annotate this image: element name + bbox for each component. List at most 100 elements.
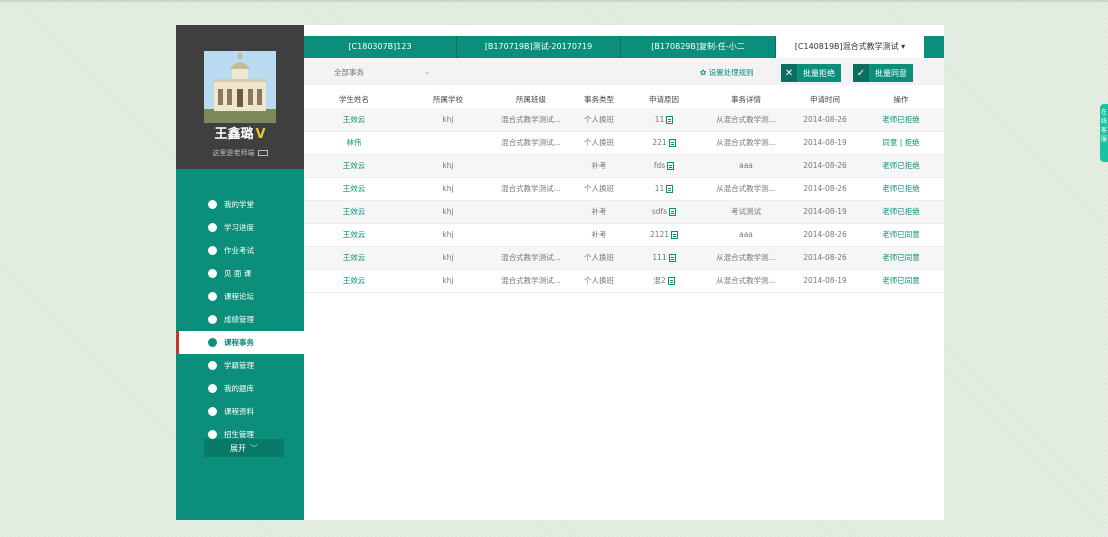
user-name: 王鑫璐 V xyxy=(176,123,304,142)
sidebar-item-materials[interactable]: 课程资料 xyxy=(176,400,304,423)
class-cell: 混合式教学测试... xyxy=(492,269,570,293)
status-cell: 老师已同意 xyxy=(858,269,944,293)
table-row: 林伟 混合式教学测试... 个人换班 221 从混合式教学测... 2014-0… xyxy=(304,131,944,155)
affairs-table: 学生姓名 所属学校 所属班级 事务类型 申请原因 事务详情 申请时间 操作 王效… xyxy=(304,90,944,293)
type-cell: 补考 xyxy=(570,223,628,247)
tab-course-1[interactable]: [C180307B]123 xyxy=(304,36,457,58)
reason-cell: 11 xyxy=(628,177,700,201)
column-header-school: 所属学校 xyxy=(433,94,463,104)
table-row: 王效云 khj 补考 fds aaa 2014-08-26 老师已拒绝 xyxy=(304,154,944,178)
document-icon[interactable] xyxy=(667,162,675,170)
reason-text: 111 xyxy=(652,253,667,262)
chevron-down-icon: ⌄ xyxy=(424,67,431,76)
sidebar-item-homework[interactable]: 作业考试 xyxy=(176,239,304,262)
school-cell: khj xyxy=(404,246,492,270)
document-icon[interactable] xyxy=(668,254,676,262)
action-separator: | xyxy=(897,138,905,147)
sidebar-item-my-school[interactable]: 我的学堂 xyxy=(176,193,304,216)
sidebar-menu: 我的学堂 学习进度 作业考试 见 面 课 课程论坛 成绩管理 课程事务 学籍管理… xyxy=(176,193,304,446)
tab-course-4[interactable]: [C140819B]混合式教学测试 ▾ xyxy=(776,36,924,58)
class-cell xyxy=(492,223,570,247)
student-name[interactable]: 王效云 xyxy=(304,200,404,224)
type-cell: 补考 xyxy=(570,154,628,178)
vip-badge: V xyxy=(255,127,266,142)
date-cell: 2014-08-19 xyxy=(792,131,858,155)
column-header-detail: 事务详情 xyxy=(731,94,761,104)
enrollment-icon xyxy=(208,430,217,439)
sidebar: 王鑫璐 V 这里是老师端 我的学堂 学习进度 作业考试 见 面 课 课程论坛 成绩… xyxy=(176,25,304,520)
affairs-filter-select[interactable]: 全部事务 ⌄ xyxy=(334,67,430,78)
student-name[interactable]: 王效云 xyxy=(304,108,404,132)
sidebar-item-meeting[interactable]: 见 面 课 xyxy=(176,262,304,285)
sidebar-item-grades[interactable]: 成绩管理 xyxy=(176,308,304,331)
document-icon[interactable] xyxy=(666,185,674,193)
class-cell: 混合式教学测试... xyxy=(492,246,570,270)
set-rules-link[interactable]: ✿ 设置处理规则 xyxy=(700,67,754,78)
document-icon[interactable] xyxy=(669,208,677,216)
class-cell xyxy=(492,154,570,178)
date-cell: 2014-08-26 xyxy=(792,223,858,247)
sidebar-item-label: 见 面 课 xyxy=(224,269,252,278)
sidebar-item-label: 作业考试 xyxy=(224,246,254,255)
student-name[interactable]: 林伟 xyxy=(304,131,404,155)
check-icon: ✓ xyxy=(853,64,869,82)
sidebar-item-forum[interactable]: 课程论坛 xyxy=(176,285,304,308)
detail-cell: 从混合式教学测... xyxy=(700,177,792,201)
avatar[interactable] xyxy=(204,51,276,123)
sidebar-item-label: 学习进度 xyxy=(224,223,254,232)
document-icon[interactable] xyxy=(671,231,679,239)
status-cell: 老师已拒绝 xyxy=(858,154,944,178)
reason-text: 2121 xyxy=(649,230,670,239)
column-header-date: 申请时间 xyxy=(810,94,840,104)
status-cell: 老师已同意 xyxy=(858,223,944,247)
type-cell: 个人换班 xyxy=(570,131,628,155)
reason-text: 混2 xyxy=(653,276,666,285)
student-name[interactable]: 王效云 xyxy=(304,269,404,293)
status-cell: 老师已拒绝 xyxy=(858,200,944,224)
document-icon[interactable] xyxy=(668,139,676,147)
app-frame: 王鑫璐 V 这里是老师端 我的学堂 学习进度 作业考试 见 面 课 课程论坛 成绩… xyxy=(176,25,944,520)
chevron-down-icon: ﹀ xyxy=(250,443,258,453)
batch-reject-button[interactable]: ✕ 批量拒绝 xyxy=(781,64,841,82)
profile-panel: 王鑫璐 V 这里是老师端 xyxy=(176,25,304,169)
school-cell: khj xyxy=(404,269,492,293)
date-cell: 2014-08-26 xyxy=(792,154,858,178)
expand-button[interactable]: 展开 ﹀ xyxy=(204,439,284,457)
table-row: 王效云 khj 混合式教学测试... 个人换班 111 从混合式教学测... 2… xyxy=(304,246,944,270)
tab-course-3[interactable]: [B170829B]复制-任-小二 xyxy=(621,36,776,58)
affairs-icon xyxy=(208,338,217,347)
reason-cell: 111 xyxy=(628,246,700,270)
school-cell: khj xyxy=(404,177,492,201)
tab-course-2[interactable]: [B170719B]测试-20170719 xyxy=(457,36,621,58)
sidebar-item-affairs[interactable]: 课程事务 xyxy=(176,331,304,354)
batch-reject-label: 批量拒绝 xyxy=(803,68,835,78)
approve-link[interactable]: 同意 xyxy=(882,138,897,147)
top-divider xyxy=(0,0,1108,2)
reason-cell: fds xyxy=(628,154,700,178)
detail-cell: 从混合式教学测... xyxy=(700,269,792,293)
class-cell xyxy=(492,200,570,224)
student-name[interactable]: 王效云 xyxy=(304,154,404,178)
status-cell: 老师已同意 xyxy=(858,246,944,270)
student-name[interactable]: 王效云 xyxy=(304,246,404,270)
detail-cell: aaa xyxy=(700,154,792,178)
type-cell: 个人换班 xyxy=(570,269,628,293)
pencil-icon xyxy=(208,246,217,255)
sidebar-item-progress[interactable]: 学习进度 xyxy=(176,216,304,239)
student-name[interactable]: 王效云 xyxy=(304,177,404,201)
reject-link[interactable]: 拒绝 xyxy=(905,138,920,147)
document-icon[interactable] xyxy=(666,115,674,124)
home-icon xyxy=(208,200,217,209)
class-cell: 混合式教学测试... xyxy=(492,177,570,201)
sidebar-item-question-bank[interactable]: 我的题库 xyxy=(176,377,304,400)
status-cell: 老师已拒绝 xyxy=(858,108,944,132)
sidebar-item-roster[interactable]: 学籍管理 xyxy=(176,354,304,377)
document-icon[interactable] xyxy=(667,277,675,285)
student-name[interactable]: 王效云 xyxy=(304,223,404,247)
column-header-type: 事务类型 xyxy=(584,94,614,104)
meeting-icon xyxy=(208,269,217,278)
date-cell: 2014-08-26 xyxy=(792,108,858,132)
id-card-icon[interactable] xyxy=(257,150,268,156)
batch-approve-button[interactable]: ✓ 批量同意 xyxy=(853,64,913,82)
online-service-tab[interactable]: 在线客服 xyxy=(1100,104,1108,162)
